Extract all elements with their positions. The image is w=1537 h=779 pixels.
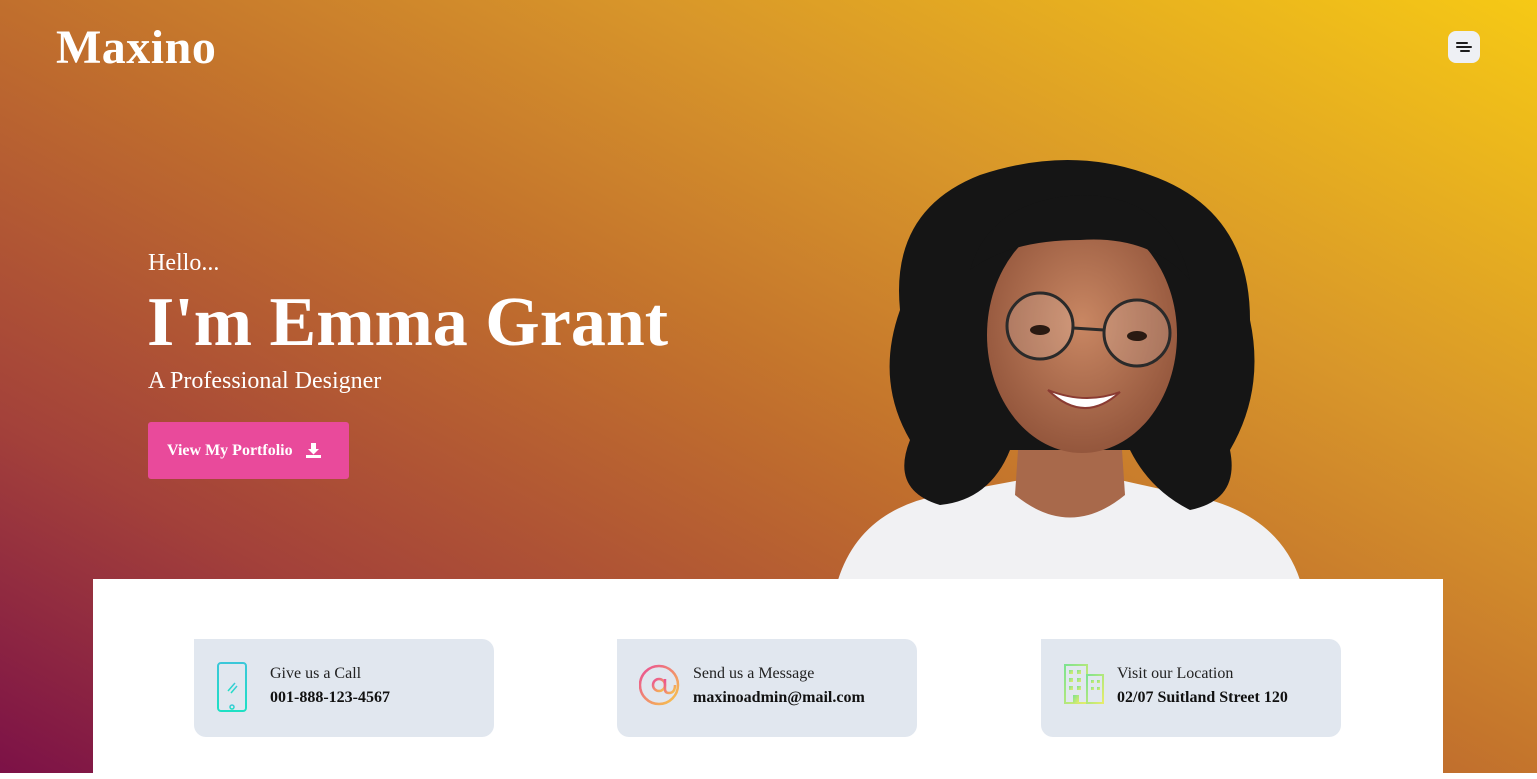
at-sign-icon [639,664,680,706]
contact-card-message[interactable]: Send us a Message maxinoadmin@mail.com [617,639,917,737]
hamburger-line [1460,50,1470,52]
download-icon [305,443,321,458]
contact-address[interactable]: 02/07 Suitland Street 120 [1117,689,1288,707]
hero-role: A Professional Designer [148,368,382,394]
view-portfolio-button[interactable]: View My Portfolio [148,422,349,479]
menu-toggle-button[interactable] [1448,31,1480,63]
hero-name: I'm Emma Grant [147,284,669,361]
contact-card-call[interactable]: Give us a Call 001-888-123-4567 [194,639,494,737]
contact-email[interactable]: maxinoadmin@mail.com [693,689,865,707]
view-portfolio-label: View My Portfolio [167,441,293,459]
contact-title: Visit our Location [1117,665,1234,682]
site-logo[interactable]: Maxino [56,20,216,75]
building-icon [1064,664,1104,704]
contact-phone[interactable]: 001-888-123-4567 [270,689,390,707]
contact-title: Send us a Message [693,665,815,682]
hamburger-menu-icon [1456,42,1468,44]
contact-card-location[interactable]: Visit our Location 02/07 Suitland Street… [1041,639,1341,737]
contact-title: Give us a Call [270,665,362,682]
hero-greeting: Hello... [148,250,220,276]
portrait-image [838,160,1300,580]
contact-info-panel: Give us a Call 001-888-123-4567 Send us … [93,579,1443,779]
hamburger-line [1456,46,1472,48]
smartphone-icon [217,662,247,712]
